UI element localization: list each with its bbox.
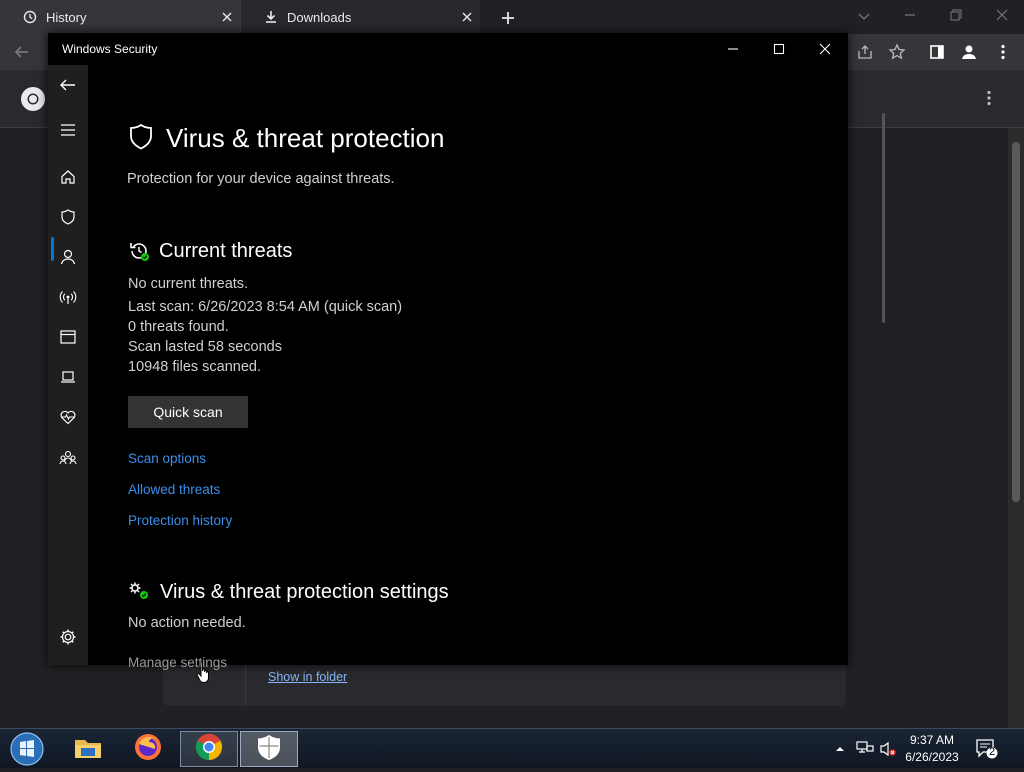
settings-status: No action needed. — [128, 615, 246, 631]
more-menu-icon[interactable] — [994, 43, 1012, 66]
firefox-taskbar-button[interactable] — [119, 731, 177, 767]
allowed-threats-link[interactable]: Allowed threats — [128, 482, 220, 497]
chrome-logo-icon — [20, 86, 46, 117]
clock-time: 9:37 AM — [909, 733, 955, 747]
close-tab-icon[interactable] — [220, 10, 234, 24]
settings-gear-icon[interactable] — [58, 627, 78, 647]
firewall-network-icon[interactable] — [58, 287, 78, 307]
restore-icon[interactable] — [946, 6, 966, 26]
chrome-taskbar-button[interactable] — [180, 731, 238, 767]
file-explorer-taskbar-button[interactable] — [59, 731, 117, 767]
current-threats-heading: Current threats — [159, 240, 293, 262]
chevron-down-icon[interactable] — [854, 6, 874, 26]
notification-count-badge: 2 — [988, 746, 996, 758]
close-tab-icon[interactable] — [460, 10, 474, 24]
tab-label: Downloads — [287, 9, 352, 25]
page-subtitle: Protection for your device against threa… — [127, 171, 395, 187]
security-main-content: Virus & threat protection Protection for… — [88, 65, 885, 683]
security-shield-icon — [255, 733, 283, 766]
scan-history-icon — [128, 240, 150, 267]
windows-security-taskbar-button[interactable] — [240, 731, 298, 767]
chrome-icon — [194, 732, 224, 767]
downloads-menu-icon[interactable] — [980, 89, 998, 112]
back-arrow-icon[interactable] — [12, 42, 32, 67]
tab-history[interactable]: History — [0, 0, 240, 34]
family-options-icon[interactable] — [58, 448, 78, 468]
tab-downloads[interactable]: Downloads — [240, 0, 480, 34]
tab-strip: History Downloads — [0, 0, 1024, 34]
start-button-icon[interactable] — [8, 731, 46, 772]
volume-muted-icon[interactable] — [879, 740, 897, 763]
last-scan-info: Last scan: 6/26/2023 8:54 AM (quick scan… — [128, 299, 403, 315]
share-icon[interactable] — [856, 43, 874, 66]
account-icon[interactable] — [58, 247, 78, 267]
system-clock[interactable]: 9:37 AM 6/26/2023 — [898, 732, 966, 766]
firefox-icon — [133, 732, 163, 767]
page-scrollbar[interactable] — [1008, 128, 1024, 728]
show-hidden-icons-icon[interactable] — [834, 742, 846, 760]
tab-label: History — [46, 9, 87, 25]
hand-cursor-icon — [196, 660, 214, 689]
download-icon — [263, 10, 279, 24]
hamburger-menu-icon[interactable] — [58, 120, 78, 140]
window-title: Windows Security — [62, 42, 158, 56]
scan-options-link[interactable]: Scan options — [128, 451, 206, 466]
side-panel-icon[interactable] — [928, 43, 946, 66]
new-tab-icon[interactable] — [498, 8, 518, 28]
health-heart-icon[interactable] — [58, 407, 78, 427]
page-title: Virus & threat protection — [166, 123, 445, 153]
protection-settings-heading: Virus & threat protection settings — [160, 581, 449, 603]
scan-duration: Scan lasted 58 seconds — [128, 339, 282, 355]
title-bar: Windows Security — [48, 33, 848, 65]
windows-security-window: Windows Security Virus & threat protecti… — [48, 33, 885, 683]
bookmark-star-icon[interactable] — [888, 43, 906, 66]
threat-status: No current threats. — [128, 276, 249, 292]
close-window-icon[interactable] — [815, 39, 835, 59]
nav-selection-indicator — [51, 237, 54, 261]
shield-icon — [128, 123, 154, 156]
content-scrollbar[interactable] — [882, 113, 885, 323]
close-window-icon[interactable] — [992, 6, 1012, 26]
taskbar: 9:37 AM 6/26/2023 2 — [0, 728, 1024, 768]
minimize-icon[interactable] — [900, 6, 920, 26]
network-icon[interactable] — [856, 740, 874, 761]
settings-gears-icon — [128, 581, 150, 606]
home-icon[interactable] — [58, 167, 78, 187]
security-sidebar — [48, 65, 88, 665]
device-security-icon[interactable] — [58, 367, 78, 387]
scrollbar-thumb[interactable] — [1012, 142, 1020, 502]
show-in-folder-link[interactable]: Show in folder — [268, 670, 347, 684]
files-scanned-count: 10948 files scanned. — [128, 359, 262, 375]
app-browser-control-icon[interactable] — [58, 327, 78, 347]
shield-icon[interactable] — [58, 207, 78, 227]
maximize-icon[interactable] — [769, 39, 789, 59]
back-arrow-icon[interactable] — [58, 75, 78, 95]
folder-icon — [73, 734, 103, 765]
history-icon — [22, 10, 38, 24]
protection-history-link[interactable]: Protection history — [128, 513, 232, 528]
threats-found-count: 0 threats found. — [128, 319, 229, 335]
quick-scan-button[interactable]: Quick scan — [128, 396, 248, 428]
clock-date: 6/26/2023 — [905, 750, 959, 764]
minimize-icon[interactable] — [723, 39, 743, 59]
profile-icon[interactable] — [960, 43, 978, 66]
